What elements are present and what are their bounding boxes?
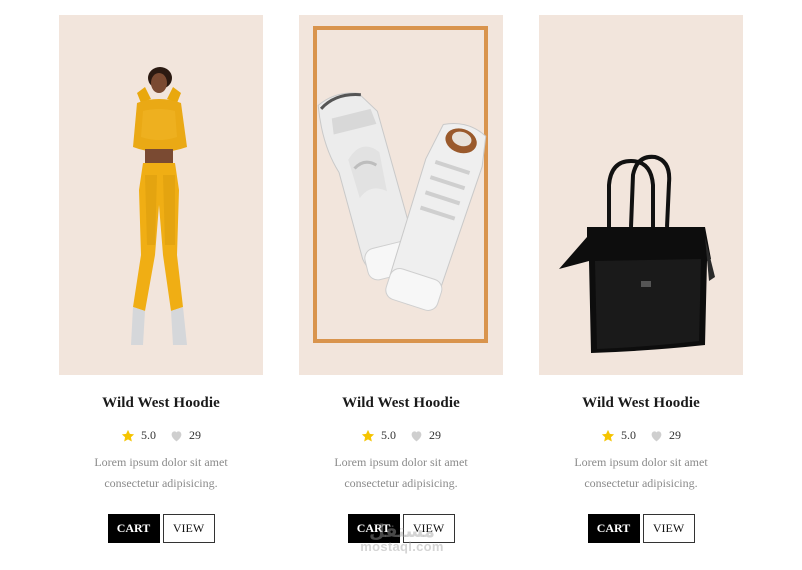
product-image[interactable] <box>299 15 503 375</box>
heart-icon[interactable] <box>170 430 183 442</box>
product-title[interactable]: Wild West Hoodie <box>299 395 503 412</box>
tote-bag-image <box>559 154 715 353</box>
watermark-arabic: مستقل <box>369 521 435 541</box>
likes-count: 29 <box>189 428 201 442</box>
description-line: Lorem ipsum dolor sit amet <box>334 455 468 469</box>
heart-icon[interactable] <box>410 430 423 442</box>
star-icon <box>121 429 135 442</box>
star-icon <box>361 429 375 442</box>
likes-count: 29 <box>669 428 681 442</box>
product-title[interactable]: Wild West Hoodie <box>59 395 263 412</box>
product-image[interactable] <box>539 15 743 375</box>
product-description: Lorem ipsum dolor sit amet consectetur a… <box>539 452 743 494</box>
likes-count: 29 <box>429 428 441 442</box>
watermark-latin: mostaql.com <box>360 539 444 554</box>
cart-button[interactable]: CART <box>107 514 160 543</box>
product-actions: CART VIEW <box>59 514 263 543</box>
view-button[interactable]: VIEW <box>642 514 695 543</box>
product-description: Lorem ipsum dolor sit amet consectetur a… <box>299 452 503 494</box>
star-icon <box>601 429 615 442</box>
cart-button[interactable]: CART <box>587 514 640 543</box>
watermark: مستقل mostaql.com <box>352 522 452 554</box>
sneakers-image <box>313 26 488 343</box>
description-line: Lorem ipsum dolor sit amet <box>94 455 228 469</box>
rating-value: 5.0 <box>381 428 396 442</box>
view-button[interactable]: VIEW <box>162 514 215 543</box>
product-meta: 5.0 29 <box>59 428 263 443</box>
product-card: Wild West Hoodie 5.0 29 Lorem ipsum dolo… <box>299 15 503 543</box>
product-image[interactable] <box>59 15 263 375</box>
heart-icon[interactable] <box>650 430 663 442</box>
product-card: Wild West Hoodie 5.0 29 Lorem ipsum dolo… <box>539 15 743 543</box>
rating-value: 5.0 <box>141 428 156 442</box>
description-line: consectetur adipisicing. <box>344 476 458 490</box>
product-actions: CART VIEW <box>539 514 743 543</box>
product-title[interactable]: Wild West Hoodie <box>539 395 743 412</box>
product-meta: 5.0 29 <box>539 428 743 443</box>
description-line: consectetur adipisicing. <box>584 476 698 490</box>
product-meta: 5.0 29 <box>299 428 503 443</box>
product-card: Wild West Hoodie 5.0 29 Lorem ipsum dolo… <box>59 15 263 543</box>
description-line: consectetur adipisicing. <box>104 476 218 490</box>
description-line: Lorem ipsum dolor sit amet <box>574 455 708 469</box>
product-description: Lorem ipsum dolor sit amet consectetur a… <box>59 452 263 494</box>
woman-tracksuit-image <box>131 67 187 345</box>
rating-value: 5.0 <box>621 428 636 442</box>
